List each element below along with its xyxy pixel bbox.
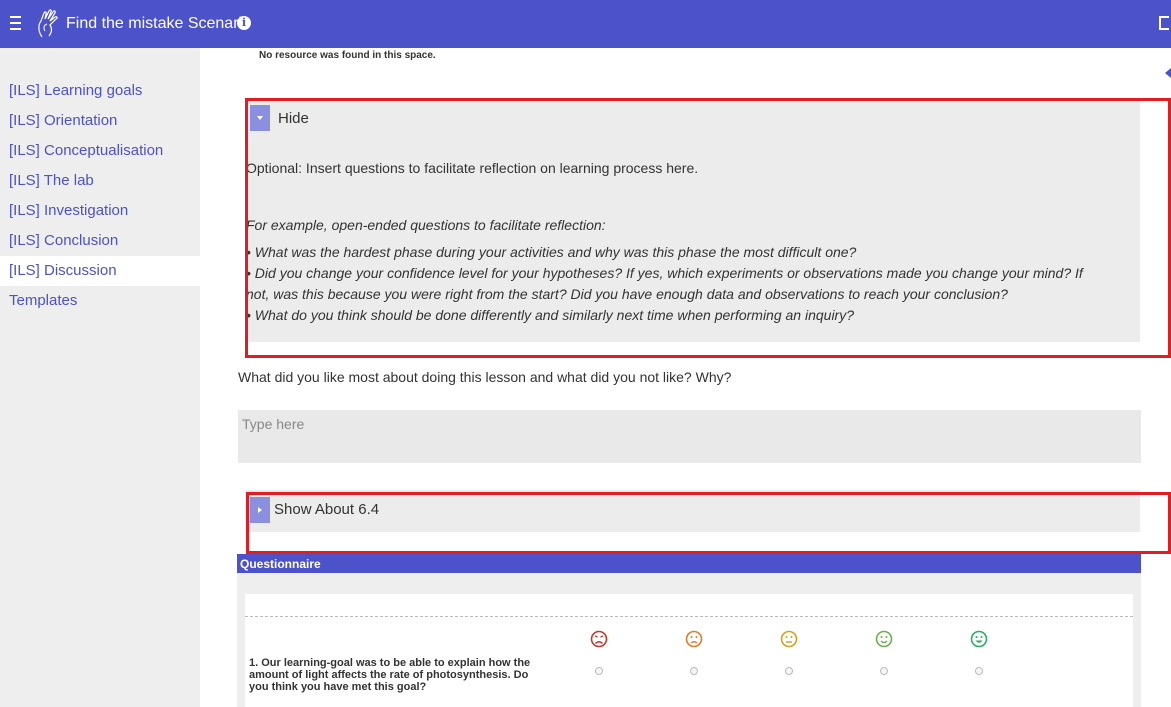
questionnaire-card: 1. Our learning-goal was to be able to e… bbox=[245, 594, 1133, 707]
rating-radio-4[interactable] bbox=[880, 667, 888, 675]
sidebar-item-discussion[interactable]: [ILS] Discussion bbox=[0, 256, 200, 286]
rating-radio-5[interactable] bbox=[975, 667, 983, 675]
highlight-box-about bbox=[246, 492, 1171, 554]
rating-radio-1[interactable] bbox=[595, 667, 603, 675]
happy-face-icon bbox=[970, 630, 988, 648]
sidebar-item-templates[interactable]: Templates bbox=[0, 286, 200, 316]
no-resource-message: No resource was found in this space. bbox=[259, 50, 436, 61]
sidebar-item-learning-goals[interactable]: [ILS] Learning goals bbox=[0, 76, 200, 106]
reflection-question: What did you like most about doing this … bbox=[238, 369, 732, 385]
hand-logo-icon bbox=[36, 9, 60, 39]
exit-icon[interactable] bbox=[1159, 16, 1169, 30]
rating-radio-3[interactable] bbox=[785, 667, 793, 675]
questionnaire: Questionnaire 1. Our learning-goal was t… bbox=[237, 554, 1141, 707]
sidebar-item-orientation[interactable]: [ILS] Orientation bbox=[0, 106, 200, 136]
info-icon[interactable]: i bbox=[237, 16, 251, 30]
sidebar-item-conclusion[interactable]: [ILS] Conclusion bbox=[0, 226, 200, 256]
sidebar-item-investigation[interactable]: [ILS] Investigation bbox=[0, 196, 200, 226]
answer-input[interactable]: Type here bbox=[238, 410, 1141, 463]
menu-icon[interactable] bbox=[10, 12, 28, 34]
sidebar: [ILS] Learning goals [ILS] Orientation [… bbox=[0, 48, 200, 707]
app-title: Find the mistake Scenario bbox=[66, 15, 251, 32]
sidebar-item-the-lab[interactable]: [ILS] The lab bbox=[0, 166, 200, 196]
questionnaire-header: Questionnaire bbox=[237, 554, 1141, 573]
smile-face-icon bbox=[875, 630, 893, 648]
very-sad-face-icon bbox=[590, 630, 608, 648]
sad-face-icon bbox=[685, 630, 703, 648]
questionnaire-question-1: 1. Our learning-goal was to be able to e… bbox=[249, 657, 531, 693]
collapse-arrow-icon[interactable] bbox=[1165, 68, 1171, 78]
divider bbox=[245, 616, 1133, 617]
rating-radio-2[interactable] bbox=[690, 667, 698, 675]
main-content: No resource was found in this space. Hid… bbox=[200, 48, 1171, 707]
neutral-face-icon bbox=[780, 630, 798, 648]
highlight-box-hint bbox=[245, 98, 1171, 358]
sidebar-item-conceptualisation[interactable]: [ILS] Conceptualisation bbox=[0, 136, 200, 166]
top-bar: Find the mistake Scenario i bbox=[0, 0, 1171, 48]
